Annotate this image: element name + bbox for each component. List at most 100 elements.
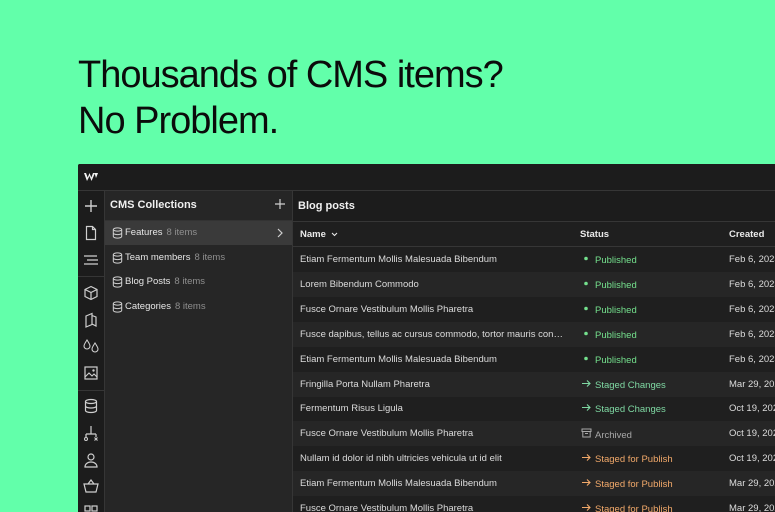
table-row[interactable]: Etiam Fermentum Mollis Malesuada Bibendu…: [293, 471, 775, 497]
published-dot-icon: [584, 356, 588, 360]
created-date: Feb 6, 2023: [729, 278, 775, 290]
collections-title: CMS Collections: [110, 199, 197, 211]
column-header-created[interactable]: Created: [729, 229, 764, 240]
table-row[interactable]: Etiam Fermentum Mollis Malesuada Bibendu…: [293, 347, 775, 372]
item-name: Fusce Ornare Vestibulum Mollis Pharetra: [300, 303, 474, 315]
created-date: Feb 6, 2023: [729, 303, 775, 315]
page-icon[interactable]: [82, 224, 100, 242]
collection-item-count: 8 items: [194, 251, 226, 263]
table-row[interactable]: Fusce dapibus, tellus ac cursus commodo,…: [293, 321, 775, 347]
table-row[interactable]: Fermentum Risus Ligula Staged Changes Oct …: [293, 396, 775, 421]
item-name: Fringilla Porta Nullam Pharetra: [300, 378, 430, 390]
database-icon: [112, 251, 123, 264]
item-name: Fermentum Risus Ligula: [300, 403, 403, 415]
created-date: Mar 29, 2023: [729, 478, 775, 490]
table-row[interactable]: Fusce Ornare Vestibulum Mollis Pharetra S…: [293, 496, 775, 512]
published-dot-icon: [584, 331, 588, 335]
webflow-logo-icon[interactable]: [83, 169, 99, 185]
created-date: Oct 19, 2022: [729, 428, 775, 440]
arrow-right-icon: [582, 379, 591, 387]
published-dot-icon: [584, 281, 588, 286]
table-row[interactable]: Nullam id dolor id nibh ultricies vehicu…: [293, 446, 775, 471]
item-name: Fusce Ornare Vestibulum Mollis Pharetra: [300, 428, 474, 440]
blog-posts-panel: Blog posts Name Status Created Etiam Fer…: [293, 191, 775, 512]
cms-app-window: CMS Collections Features 8 items Team memb…: [78, 164, 775, 512]
item-name: Lorem Bibendum Commodo: [300, 278, 419, 290]
styles-icon[interactable]: [82, 311, 100, 329]
table-row[interactable]: Fusce Ornare Vestibulum Mollis Pharetra A…: [293, 421, 775, 447]
created-date: Mar 29, 2023: [729, 378, 775, 390]
column-header-status[interactable]: Status: [580, 229, 609, 240]
item-name: Fusce dapibus, tellus ac cursus commodo,…: [300, 328, 565, 340]
color-swatches-icon[interactable]: [82, 337, 100, 355]
column-header-name[interactable]: Name: [300, 229, 338, 240]
add-collection-icon[interactable]: [274, 198, 286, 210]
collection-title: Blog posts: [298, 200, 355, 212]
status-badge: Published: [581, 304, 637, 316]
created-date: Mar 29, 2023: [729, 503, 775, 512]
status-badge: Staged Changes: [581, 403, 666, 415]
add-icon[interactable]: [82, 197, 100, 215]
created-date: Feb 6, 2023: [729, 353, 775, 365]
collection-item[interactable]: Blog Posts 8 items: [105, 270, 292, 294]
database-icon: [112, 227, 123, 239]
created-date: Oct 19, 2022: [729, 453, 775, 465]
hero-headline: Thousands of CMS items? No Problem.: [78, 52, 504, 144]
status-badge: Published: [581, 329, 637, 341]
status-badge: Published: [581, 354, 637, 366]
top-bar: [78, 164, 775, 191]
status-badge: Published: [581, 254, 637, 266]
item-name: Nullam id dolor id nibh ultricies vehicu…: [300, 453, 502, 465]
database-icon: [112, 300, 123, 313]
arrow-right-icon: [582, 454, 591, 462]
cms-collections-panel: CMS Collections Features 8 items Team memb…: [105, 191, 293, 512]
chevron-right-icon: [277, 228, 283, 238]
collection-item[interactable]: Categories 8 items: [105, 295, 292, 319]
ecommerce-icon[interactable]: [82, 477, 100, 495]
arrow-right-icon: [582, 479, 591, 486]
archive-box-icon: [581, 428, 592, 438]
left-tool-rail: [78, 191, 105, 512]
collection-item-label: Team members 8 items: [125, 251, 226, 263]
item-name: Etiam Fermentum Mollis Malesuada Bibendu…: [300, 478, 497, 490]
logic-icon[interactable]: [82, 424, 100, 442]
published-dot-icon: [584, 256, 588, 261]
status-badge: Published: [581, 279, 637, 291]
table-row[interactable]: Fusce Ornare Vestibulum Mollis Pharetra P…: [293, 297, 775, 322]
status-badge: Staged for Publish: [581, 503, 673, 512]
table-row[interactable]: Fringilla Porta Nullam Pharetra Staged Ch…: [293, 371, 775, 397]
components-icon[interactable]: [82, 284, 100, 302]
rail-divider: [78, 390, 104, 391]
status-badge: Archived: [581, 428, 632, 441]
collections-header: CMS Collections: [105, 191, 292, 221]
collection-item[interactable]: Features 8 items: [105, 221, 292, 245]
item-name: Etiam Fermentum Mollis Malesuada Bibendu…: [300, 254, 497, 265]
published-dot-icon: [584, 306, 588, 311]
database-icon: [112, 276, 123, 288]
status-badge: Staged Changes: [581, 379, 666, 391]
arrow-right-icon: [582, 404, 591, 412]
item-name: Etiam Fermentum Mollis Malesuada Bibendu…: [300, 353, 497, 365]
users-icon[interactable]: [82, 451, 100, 469]
collection-item-count: 8 items: [174, 300, 206, 312]
navigator-icon[interactable]: [82, 251, 100, 269]
collection-header: Blog posts: [293, 191, 775, 222]
table-row[interactable]: Etiam Fermentum Mollis Malesuada Bibendu…: [293, 247, 775, 272]
status-badge: Staged for Publish: [581, 478, 673, 490]
arrow-right-icon: [582, 504, 591, 511]
assets-icon[interactable]: [82, 364, 100, 382]
collection-item-label: Blog Posts 8 items: [125, 276, 206, 287]
collection-item[interactable]: Team members 8 items: [105, 246, 292, 270]
collection-item-count: 8 items: [166, 227, 198, 238]
collection-item-count: 8 items: [174, 276, 206, 287]
table-row[interactable]: Lorem Bibendum Commodo Published Feb 6, 20…: [293, 271, 775, 297]
table-header: Name Status Created: [293, 222, 775, 247]
created-date: Oct 19, 2022: [729, 403, 775, 415]
apps-icon[interactable]: [82, 503, 100, 512]
collection-item-label: Features 8 items: [125, 227, 198, 238]
cms-database-icon[interactable]: [82, 397, 100, 415]
collection-item-label: Categories 8 items: [125, 300, 206, 312]
created-date: Feb 6, 2023: [729, 254, 775, 265]
item-name: Fusce Ornare Vestibulum Mollis Pharetra: [300, 503, 474, 512]
headline-line-1: Thousands of CMS items?: [78, 54, 504, 96]
